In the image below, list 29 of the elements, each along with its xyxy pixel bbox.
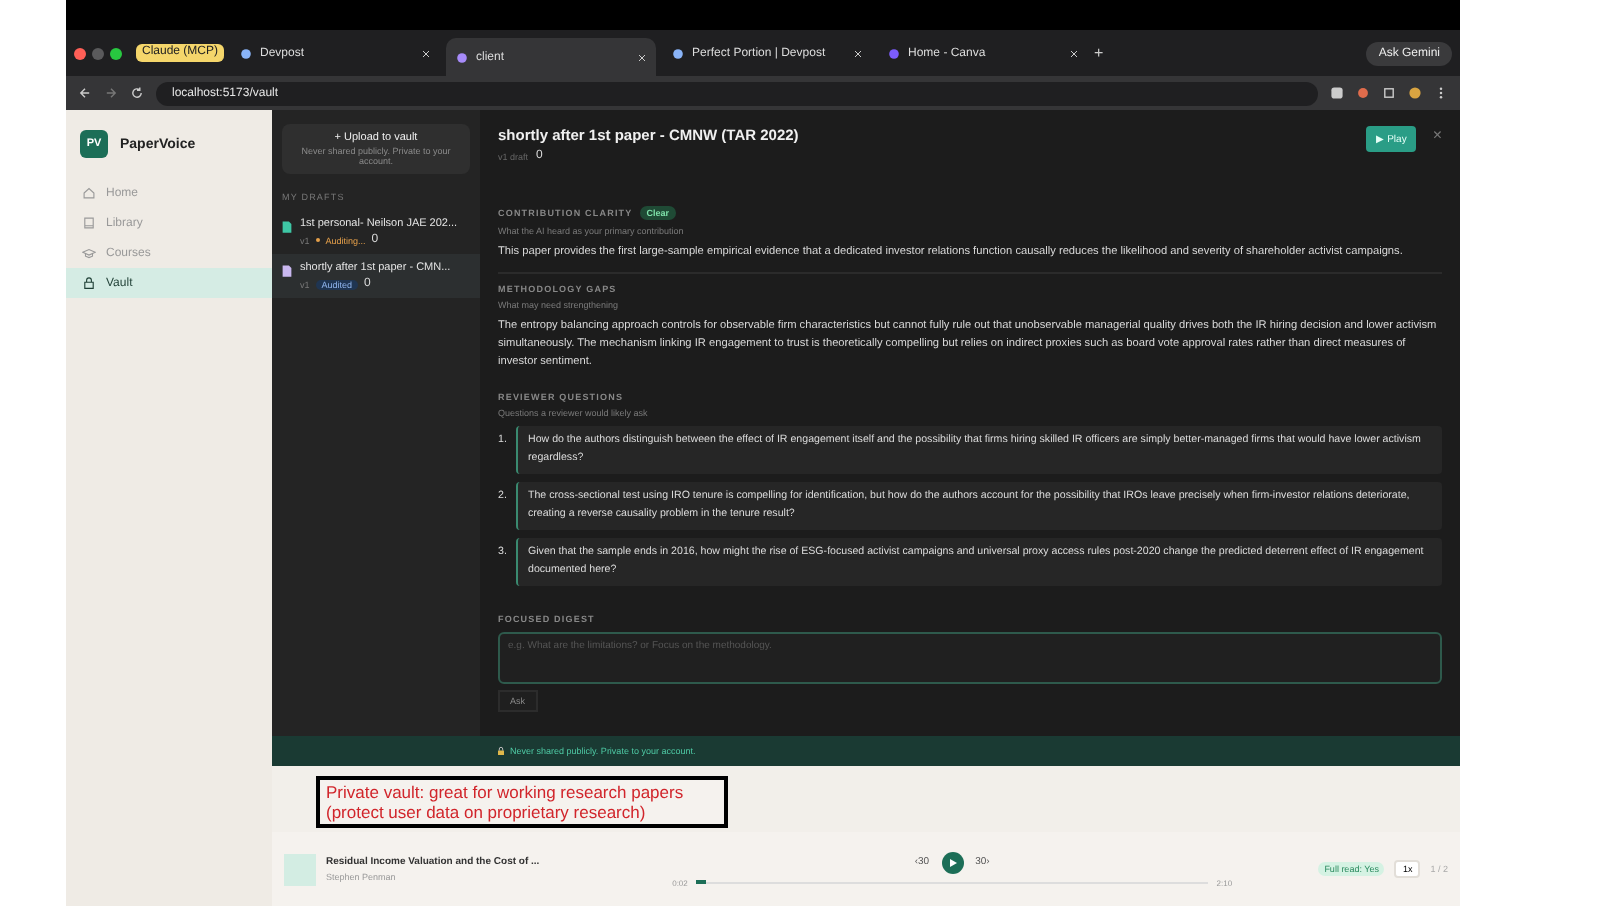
lock-icon: [82, 276, 96, 290]
close-button[interactable]: ×: [1432, 126, 1442, 146]
annotation-callout: Private vault: great for working research papers (protect user data on proprietary research): [316, 776, 728, 828]
minimize-window-icon[interactable]: [92, 47, 104, 59]
graduation-cap-icon: [82, 246, 96, 260]
house-icon: [82, 186, 96, 200]
new-tab-button[interactable]: +: [1094, 44, 1104, 62]
site-icon: [240, 47, 253, 59]
play-icon: [947, 857, 958, 867]
site-icon: [456, 51, 469, 63]
back-icon[interactable]: [78, 86, 92, 100]
close-tab-icon[interactable]: [1070, 49, 1079, 57]
close-tab-icon[interactable]: [422, 49, 431, 57]
close-tab-icon[interactable]: [854, 49, 863, 57]
cover-thumbnail: [284, 853, 316, 885]
site-icon: [672, 47, 685, 59]
maximize-window-icon[interactable]: [110, 47, 122, 59]
document-icon: [282, 220, 292, 234]
book-icon: [82, 216, 96, 230]
close-tab-icon[interactable]: [638, 53, 647, 61]
forward-icon[interactable]: [104, 86, 118, 100]
menu-icon[interactable]: [1434, 86, 1448, 100]
site-icon: [888, 47, 901, 59]
document-icon: [282, 264, 292, 278]
profile-icon[interactable]: [1408, 86, 1422, 100]
lock-icon: [496, 746, 506, 756]
reload-icon[interactable]: [130, 86, 144, 100]
play-button[interactable]: [941, 851, 964, 873]
close-window-icon[interactable]: [74, 47, 86, 59]
